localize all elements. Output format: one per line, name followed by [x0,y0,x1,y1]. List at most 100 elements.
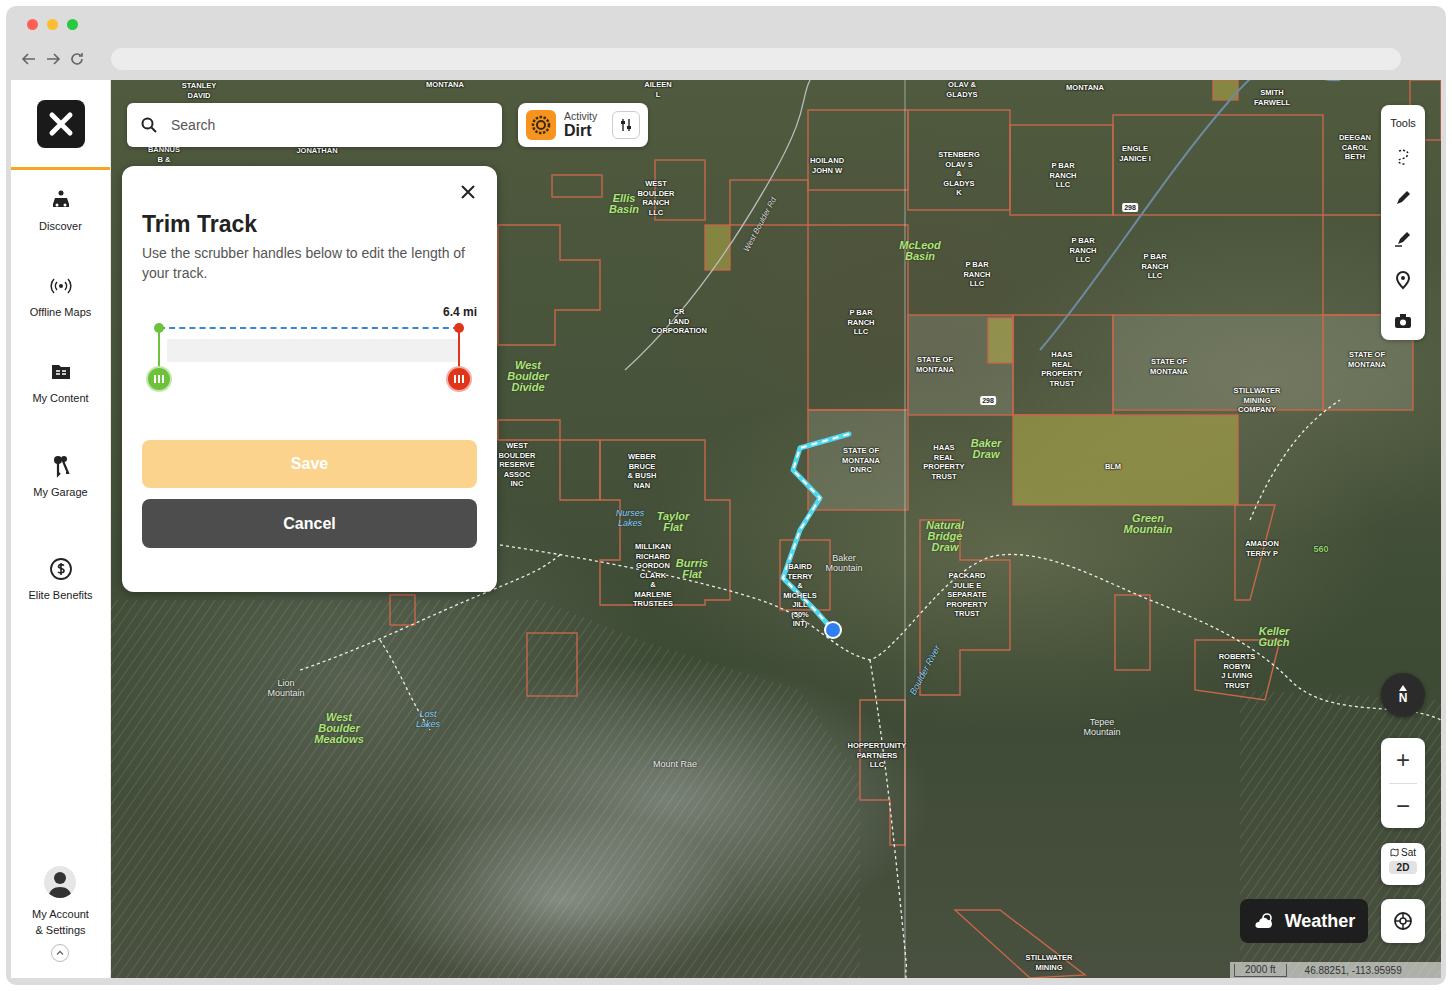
map-label: West Boulder Divide [507,360,549,393]
map-label: Nurses Lakes [616,508,645,528]
scrubber[interactable] [142,319,477,399]
map-label: HAAS REAL PROPERTY TRUST [1041,350,1082,388]
map[interactable]: STANLEY DAVIDMONTANABANNUS B &JONATHANAI… [111,80,1441,978]
map-label: McLeod Basin [899,240,941,262]
map-label: WEST BOULDER RESERVE ASSOC INC [498,441,535,489]
scale-bar: 2000 ft [1234,964,1287,977]
map-label: JONATHAN [296,146,337,156]
map-label: P BAR RANCH LLC [1141,252,1168,281]
map-label: Lost Lakes [416,709,440,729]
sidebar-item-label[interactable]: Discover [39,220,82,232]
map-label: West Boulder Meadows [314,712,364,745]
activity-label: Activity [564,110,604,122]
sidebar-item[interactable]: My Content [11,360,110,446]
map-label: P BAR RANCH LLC [963,260,990,289]
compass[interactable]: N [1381,673,1425,717]
map-label: PACKARD JULIE E SEPARATE PROPERTY TRUST [946,571,987,619]
account-label[interactable]: My Account & Settings [32,906,89,938]
crosshair-icon [1392,910,1414,932]
map-label: BLM [1105,462,1121,472]
x-logo-icon [48,111,74,137]
road-shield: 298 [1122,203,1138,212]
handle-stem [158,331,160,371]
collapse-button[interactable] [51,944,69,962]
view-mode[interactable]: 2D [1389,861,1418,874]
lasso-icon[interactable] [1393,147,1413,167]
tools-title: Tools [1390,117,1416,130]
trim-range-line [159,327,459,329]
road-shield: 298 [980,396,996,405]
sidebar-item[interactable]: Offline Maps [11,274,110,360]
sidebar-item[interactable]: Elite Benefits [11,557,110,643]
logo[interactable] [37,100,85,148]
map-label: AMADON TERRY P [1245,539,1279,558]
close-icon[interactable] [459,183,477,201]
sidebar-item-label[interactable]: Offline Maps [30,306,92,318]
layer-toggle[interactable]: Sat 2D [1381,843,1425,885]
dollar-icon [49,557,73,581]
map-label: STENBERG OLAV S & GLADYS K [938,150,980,198]
map-label: AILEEN L [644,80,672,99]
sidebar-item[interactable]: Discover [11,188,110,274]
save-button[interactable]: Save [142,440,477,488]
cancel-button[interactable]: Cancel [142,499,477,548]
end-handle[interactable] [446,319,472,393]
map-label: Boulder River [908,644,942,697]
pencil-icon[interactable] [1393,188,1413,208]
avatar-icon[interactable] [44,866,76,898]
map-label: P BAR RANCH LLC [1069,236,1096,265]
map-layer-icon [1390,848,1399,857]
minimize-window-button[interactable] [47,19,58,30]
map-label: STATE OF MONTANA [1348,350,1386,369]
tools-panel: Tools [1381,105,1425,340]
close-window-button[interactable] [27,19,38,30]
north-arrow-icon [1399,685,1407,691]
map-label: Tepee Mountain [1083,717,1120,737]
back-arrow-icon[interactable] [20,50,38,68]
waypoint-icon[interactable] [1393,270,1413,290]
offline-maps-icon [49,274,73,298]
locate-button[interactable] [1381,899,1425,943]
map-label: STATE OF MONTANA [916,355,954,374]
map-label: MILLIKAN RICHARD GORDON CLARK & MARLENE … [633,542,673,609]
edit-line-icon[interactable] [1393,229,1413,249]
zoom-in-button[interactable]: + [1381,738,1425,783]
browser-window: Discover Offline Maps My Content My Garage E… [6,6,1446,985]
activity-selector[interactable]: Activity Dirt [518,103,648,147]
map-status-strip: 2000 ft 46.88251, -113.95959 [1230,962,1441,978]
address-bar[interactable] [111,48,1401,70]
filter-button[interactable] [612,111,640,139]
map-label: STATE OF MONTANA [1150,357,1188,376]
search-input[interactable] [169,116,488,134]
zoom-out-button[interactable]: − [1381,784,1425,829]
sidebar-item-label[interactable]: My Garage [33,486,87,498]
sidebar-item-label[interactable]: Elite Benefits [28,589,92,601]
start-handle[interactable] [146,319,172,393]
sidebar-item[interactable]: My Garage [11,454,110,540]
map-label: HAAS REAL PROPERTY TRUST [923,443,964,481]
camera-icon[interactable] [1393,311,1413,331]
map-label: OLAV & GLADYS [946,80,977,99]
sidebar-item-label[interactable]: My Content [32,392,88,404]
map-label: STILLWATER MINING [1026,953,1073,972]
map-label: 560 [1313,544,1328,554]
keys-icon [49,454,73,478]
map-label: P BAR RANCH LLC [847,308,874,337]
map-label: ENGLE JANICE I [1119,144,1151,163]
trim-track-panel: Trim Track Use the scrubber handles belo… [122,166,497,592]
search-bar[interactable] [127,103,502,147]
account-settings[interactable]: My Account & Settings [32,866,89,978]
activity-value: Dirt [564,122,604,140]
forward-arrow-icon[interactable] [44,50,62,68]
grip-icon[interactable] [446,366,472,392]
weather-button[interactable]: Weather [1240,899,1368,943]
maximize-window-button[interactable] [67,19,78,30]
map-label: HOILAND JOHN W [810,156,844,175]
panel-title: Trim Track [142,211,477,237]
map-label: Baker Draw [971,438,1002,460]
map-label: Baker Mountain [825,553,862,573]
active-indicator [11,167,110,170]
map-label: Green Mountain [1124,513,1173,535]
reload-icon[interactable] [68,50,86,68]
grip-icon[interactable] [146,366,172,392]
